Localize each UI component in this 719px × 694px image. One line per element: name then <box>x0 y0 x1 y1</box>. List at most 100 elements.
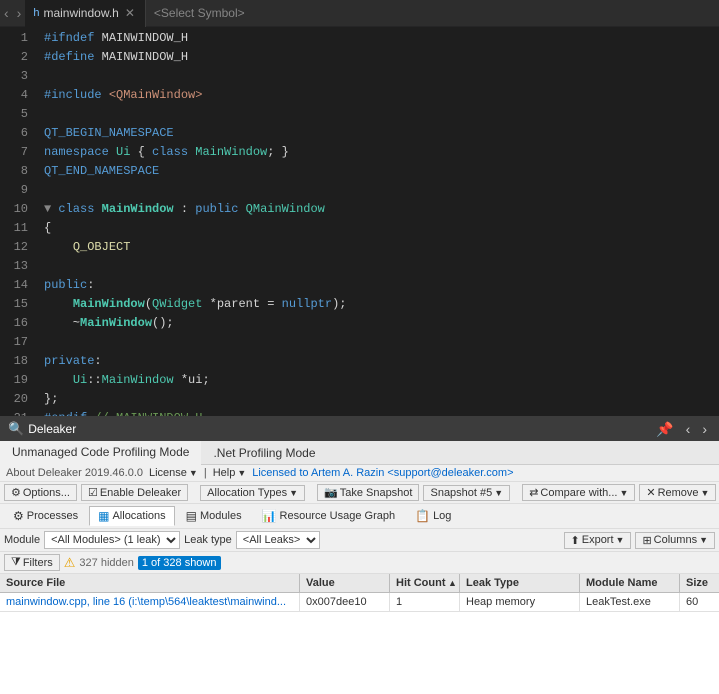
options-label: Options... <box>23 487 70 499</box>
allocations-icon: ▦ <box>98 509 109 523</box>
code-line-5 <box>36 105 719 124</box>
filter-row: Module <All Modules> (1 leak) Leak type … <box>0 529 719 552</box>
code-line-17 <box>36 333 719 352</box>
code-line-3 <box>36 67 719 86</box>
filters-label: Filters <box>23 557 53 569</box>
columns-label: Columns <box>654 534 697 546</box>
code-line-16: ~MainWindow(); <box>36 314 719 333</box>
tab-net-mode[interactable]: .Net Profiling Mode <box>201 442 327 464</box>
log-label: Log <box>433 510 451 522</box>
header-hit-count[interactable]: Hit Count <box>390 574 460 592</box>
options-btn[interactable]: ⚙ Options... <box>4 484 77 501</box>
license-btn[interactable]: License ▼ <box>149 467 198 479</box>
tab-back-btn[interactable]: ‹ <box>0 0 13 27</box>
data-table: Source File Value Hit Count Leak Type Mo… <box>0 574 719 694</box>
table-row[interactable]: mainwindow.cpp, line 16 (i:\temp\564\lea… <box>0 593 719 612</box>
compare-with-btn[interactable]: ⇄ Compare with... ▼ <box>522 484 635 501</box>
module-select[interactable]: <All Modules> (1 leak) <box>44 531 180 549</box>
alloc-types-btn[interactable]: Allocation Types ▼ <box>200 485 305 501</box>
snapshot-label: Snapshot #5 <box>430 487 492 499</box>
license-dropdown-icon: ▼ <box>189 468 198 478</box>
licensed-link[interactable]: Licensed to Artem A. Razin <support@dele… <box>252 467 513 479</box>
enable-deleaker-btn[interactable]: ☑ Enable Deleaker <box>81 484 188 501</box>
cell-leak-type: Heap memory <box>460 593 580 611</box>
header-source-file[interactable]: Source File <box>0 574 300 592</box>
tab-forward-btn[interactable]: › <box>13 0 26 27</box>
take-snapshot-btn[interactable]: 📷 Take Snapshot <box>317 484 419 501</box>
tab-processes[interactable]: ⚙ Processes <box>4 506 87 526</box>
help-label: Help <box>213 467 236 479</box>
license-label: License <box>149 467 187 479</box>
code-content[interactable]: #ifndef MAINWINDOW_H #define MAINWINDOW_… <box>36 27 719 416</box>
columns-dropdown-icon: ▼ <box>699 535 708 545</box>
remove-dropdown-icon: ▼ <box>701 488 710 498</box>
deleaker-titlebar: 🔍 Deleaker 📌 ‹ › <box>0 417 719 441</box>
mode-tabs: Unmanaged Code Profiling Mode .Net Profi… <box>0 441 719 465</box>
deleaker-title: Deleaker <box>28 422 76 436</box>
code-line-11: { <box>36 219 719 238</box>
modules-label: Modules <box>200 510 242 522</box>
cell-value: 0x007dee10 <box>300 593 390 611</box>
remove-x-icon: ✕ <box>646 486 655 499</box>
header-module-name[interactable]: Module Name <box>580 574 680 592</box>
code-line-13 <box>36 257 719 276</box>
help-btn[interactable]: Help ▼ <box>213 467 247 479</box>
code-line-1: #ifndef MAINWINDOW_H <box>36 29 719 48</box>
pin-btn[interactable]: 📌 <box>652 421 677 438</box>
arrow-left-btn[interactable]: ‹ <box>682 421 695 437</box>
tab-allocations[interactable]: ▦ Allocations <box>89 506 175 526</box>
hidden-count: 327 hidden <box>79 557 133 569</box>
code-line-19: Ui::MainWindow *ui; <box>36 371 719 390</box>
shown-count: 1 of 328 shown <box>138 556 221 570</box>
columns-btn[interactable]: ⊞ Columns ▼ <box>635 532 715 549</box>
arrow-right-btn[interactable]: › <box>698 421 711 437</box>
cell-module-name: LeakTest.exe <box>580 593 680 611</box>
tab-resource-graph[interactable]: 📊 Resource Usage Graph <box>253 506 405 526</box>
code-line-9 <box>36 181 719 200</box>
export-btn[interactable]: ⬆ Export ▼ <box>564 532 632 549</box>
filters-bar: ⧩ Filters ⚠ 327 hidden 1 of 328 shown <box>0 552 719 574</box>
cell-size: 60 <box>680 593 719 611</box>
about-row: About Deleaker 2019.46.0.0 License ▼ | H… <box>0 465 719 482</box>
panel-tabs: ⚙ Processes ▦ Allocations ▤ Modules 📊 Re… <box>0 504 719 529</box>
tab-mainwindow-h[interactable]: h mainwindow.h ✕ <box>25 0 146 27</box>
code-line-8: QT_END_NAMESPACE <box>36 162 719 181</box>
tab-close-btn[interactable]: ✕ <box>123 6 137 20</box>
header-value[interactable]: Value <box>300 574 390 592</box>
about-text: About Deleaker 2019.46.0.0 <box>6 467 143 479</box>
take-snapshot-label: Take Snapshot <box>340 487 413 499</box>
code-line-4: #include <QMainWindow> <box>36 86 719 105</box>
remove-btn[interactable]: ✕ Remove ▼ <box>639 484 716 501</box>
filter-funnel-icon: ⧩ <box>11 556 21 569</box>
snapshot-select-btn[interactable]: Snapshot #5 ▼ <box>423 485 510 501</box>
modules-icon: ▤ <box>186 509 197 523</box>
header-leak-type[interactable]: Leak Type <box>460 574 580 592</box>
tab-modules[interactable]: ▤ Modules <box>177 506 251 526</box>
enable-icon: ☑ <box>88 486 98 499</box>
module-label: Module <box>4 534 40 546</box>
allocations-label: Allocations <box>112 510 165 522</box>
alloc-types-dropdown-icon: ▼ <box>289 488 298 498</box>
graph-icon: 📊 <box>262 509 277 523</box>
compare-with-label: Compare with... <box>540 487 617 499</box>
tab-unmanaged-mode[interactable]: Unmanaged Code Profiling Mode <box>0 441 201 465</box>
code-line-2: #define MAINWINDOW_H <box>36 48 719 67</box>
code-line-18: private: <box>36 352 719 371</box>
tab-filename: mainwindow.h <box>43 6 118 20</box>
compare-icon: ⇄ <box>529 486 538 499</box>
filters-toggle-btn[interactable]: ⧩ Filters <box>4 554 60 571</box>
select-symbol-label: <Select Symbol> <box>146 6 253 20</box>
remove-label: Remove <box>658 487 699 499</box>
header-size[interactable]: Size <box>680 574 719 592</box>
cell-hit-count: 1 <box>390 593 460 611</box>
leak-type-label: Leak type <box>184 534 232 546</box>
code-line-10: ▼ class MainWindow : public QMainWindow <box>36 200 719 219</box>
enable-label: Enable Deleaker <box>100 487 181 499</box>
processes-icon: ⚙ <box>13 509 24 523</box>
deleaker-panel: 🔍 Deleaker 📌 ‹ › Unmanaged Code Profilin… <box>0 417 719 694</box>
columns-icon: ⊞ <box>642 534 651 547</box>
leak-type-select[interactable]: <All Leaks> <box>236 531 320 549</box>
help-dropdown-icon: ▼ <box>237 468 246 478</box>
tab-file-icon: h <box>33 7 39 19</box>
tab-log[interactable]: 📋 Log <box>406 506 460 526</box>
